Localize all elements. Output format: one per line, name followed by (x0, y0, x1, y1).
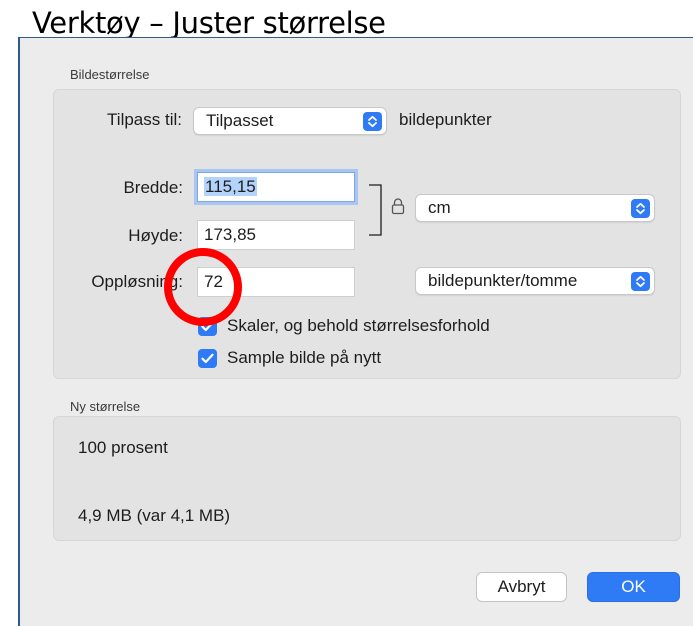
resolution-field[interactable]: 72 (197, 267, 355, 297)
width-field[interactable]: 115,15 (197, 172, 355, 202)
image-size-group: Tilpass til: Tilpasset bildepunkter Bred… (53, 89, 681, 379)
height-field[interactable]: 173,85 (197, 220, 355, 250)
cancel-button[interactable]: Avbryt (476, 572, 567, 602)
size-unit-value: cm (428, 198, 451, 217)
resample-checkbox[interactable] (198, 349, 217, 368)
resolution-value: 72 (204, 272, 223, 291)
resolution-unit-popup[interactable]: bildepunkter/tomme (415, 267, 655, 295)
resolution-label: Oppløsning: (91, 272, 183, 291)
resample-checkbox-label: Sample bilde på nytt (227, 348, 382, 367)
new-size-group: 100 prosent 4,9 MB (var 4,1 MB) (53, 416, 681, 541)
height-label: Høyde: (128, 226, 183, 245)
new-size-section-label: Ny størrelse (70, 399, 141, 414)
checkmark-icon (201, 321, 214, 332)
fit-popup-value: Tilpasset (206, 111, 274, 130)
scale-checkbox-label: Skaler, og behold størrelsesforhold (227, 316, 490, 335)
image-size-section-label: Bildestørrelse (70, 67, 150, 82)
new-size-file-size: 4,9 MB (var 4,1 MB) (78, 506, 231, 525)
scale-checkbox[interactable] (198, 317, 217, 336)
fit-label: Tilpass til: (107, 110, 182, 129)
fit-unit-label: bildepunkter (399, 110, 492, 129)
lock-icon[interactable] (391, 198, 405, 220)
width-value: 115,15 (204, 177, 257, 196)
resize-dialog: Bildestørrelse Tilpass til: Tilpasset bi… (18, 37, 693, 626)
width-label: Bredde: (123, 178, 183, 197)
page-title: Verktøy – Juster størrelse (32, 6, 386, 40)
chevron-updown-icon (363, 112, 382, 131)
chevron-updown-icon (631, 199, 650, 218)
chevron-updown-icon (631, 272, 650, 291)
ok-button[interactable]: OK (587, 572, 680, 602)
size-unit-popup[interactable]: cm (415, 194, 655, 222)
resolution-unit-value: bildepunkter/tomme (428, 271, 578, 290)
height-value: 173,85 (204, 225, 256, 244)
fit-popup[interactable]: Tilpasset (193, 107, 387, 135)
checkmark-icon (201, 353, 214, 364)
new-size-percent: 100 prosent (78, 438, 168, 457)
